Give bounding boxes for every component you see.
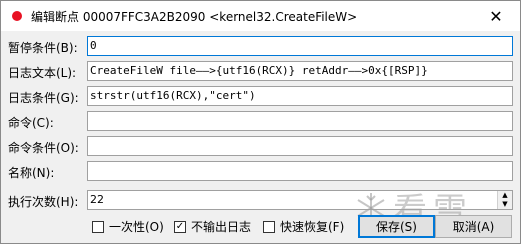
save-button[interactable]: 保存(S)	[358, 215, 435, 238]
once-checkbox-label: 一次性(O)	[109, 220, 164, 234]
silent-checkbox-box[interactable]: ✓	[174, 220, 186, 233]
close-icon: ✕	[489, 6, 503, 26]
fast-resume-checkbox-label: 快速恢复(F)	[280, 220, 345, 234]
window-title: 编辑断点 00007FFC3A2B2090 <kernel32.CreateFi…	[31, 10, 358, 24]
close-button[interactable]: ✕	[478, 2, 514, 30]
once-checkbox-box[interactable]	[92, 220, 104, 233]
log-condition-label: 日志条件(G):	[8, 91, 79, 105]
spin-up-icon[interactable]: ▲	[498, 191, 512, 200]
fast-resume-checkbox-box[interactable]	[263, 220, 275, 233]
log-text-input[interactable]: CreateFileW file——>{utf16(RCX)} retAddr—…	[87, 61, 513, 81]
breakpoint-icon	[12, 11, 22, 21]
silent-checkbox[interactable]: ✓ 不输出日志	[174, 218, 251, 235]
edit-breakpoint-dialog: 编辑断点 00007FFC3A2B2090 <kernel32.CreateFi…	[0, 0, 521, 244]
dialog-body: 暂停条件(B): 0 日志文本(L): CreateFileW file——>{…	[1, 31, 520, 243]
once-checkbox[interactable]: 一次性(O)	[92, 218, 164, 235]
command-label: 命令(C):	[8, 116, 54, 130]
command-condition-input[interactable]	[87, 136, 513, 156]
command-input[interactable]	[87, 111, 513, 131]
break-condition-input[interactable]: 0	[87, 36, 513, 56]
hit-count-spinbox[interactable]: 22 ▲ ▼	[87, 190, 513, 210]
hit-count-value: 22	[90, 193, 104, 206]
silent-checkbox-label: 不输出日志	[191, 220, 252, 234]
hit-count-label: 执行次数(H):	[8, 195, 79, 209]
hit-count-spin-buttons[interactable]: ▲ ▼	[497, 191, 512, 209]
command-condition-label: 命令条件(O):	[8, 141, 79, 155]
fast-resume-checkbox[interactable]: 快速恢复(F)	[263, 218, 344, 235]
spin-down-icon[interactable]: ▼	[498, 200, 512, 209]
name-label: 名称(N):	[8, 166, 55, 180]
log-text-label: 日志文本(L):	[8, 66, 77, 80]
checkmark-icon: ✓	[175, 220, 185, 232]
break-condition-label: 暂停条件(B):	[8, 41, 78, 55]
name-input[interactable]	[87, 161, 513, 181]
title-bar[interactable]: 编辑断点 00007FFC3A2B2090 <kernel32.CreateFi…	[1, 1, 520, 31]
cancel-button[interactable]: 取消(A)	[435, 215, 512, 238]
log-condition-input[interactable]: strstr(utf16(RCX),"cert")	[87, 86, 513, 106]
